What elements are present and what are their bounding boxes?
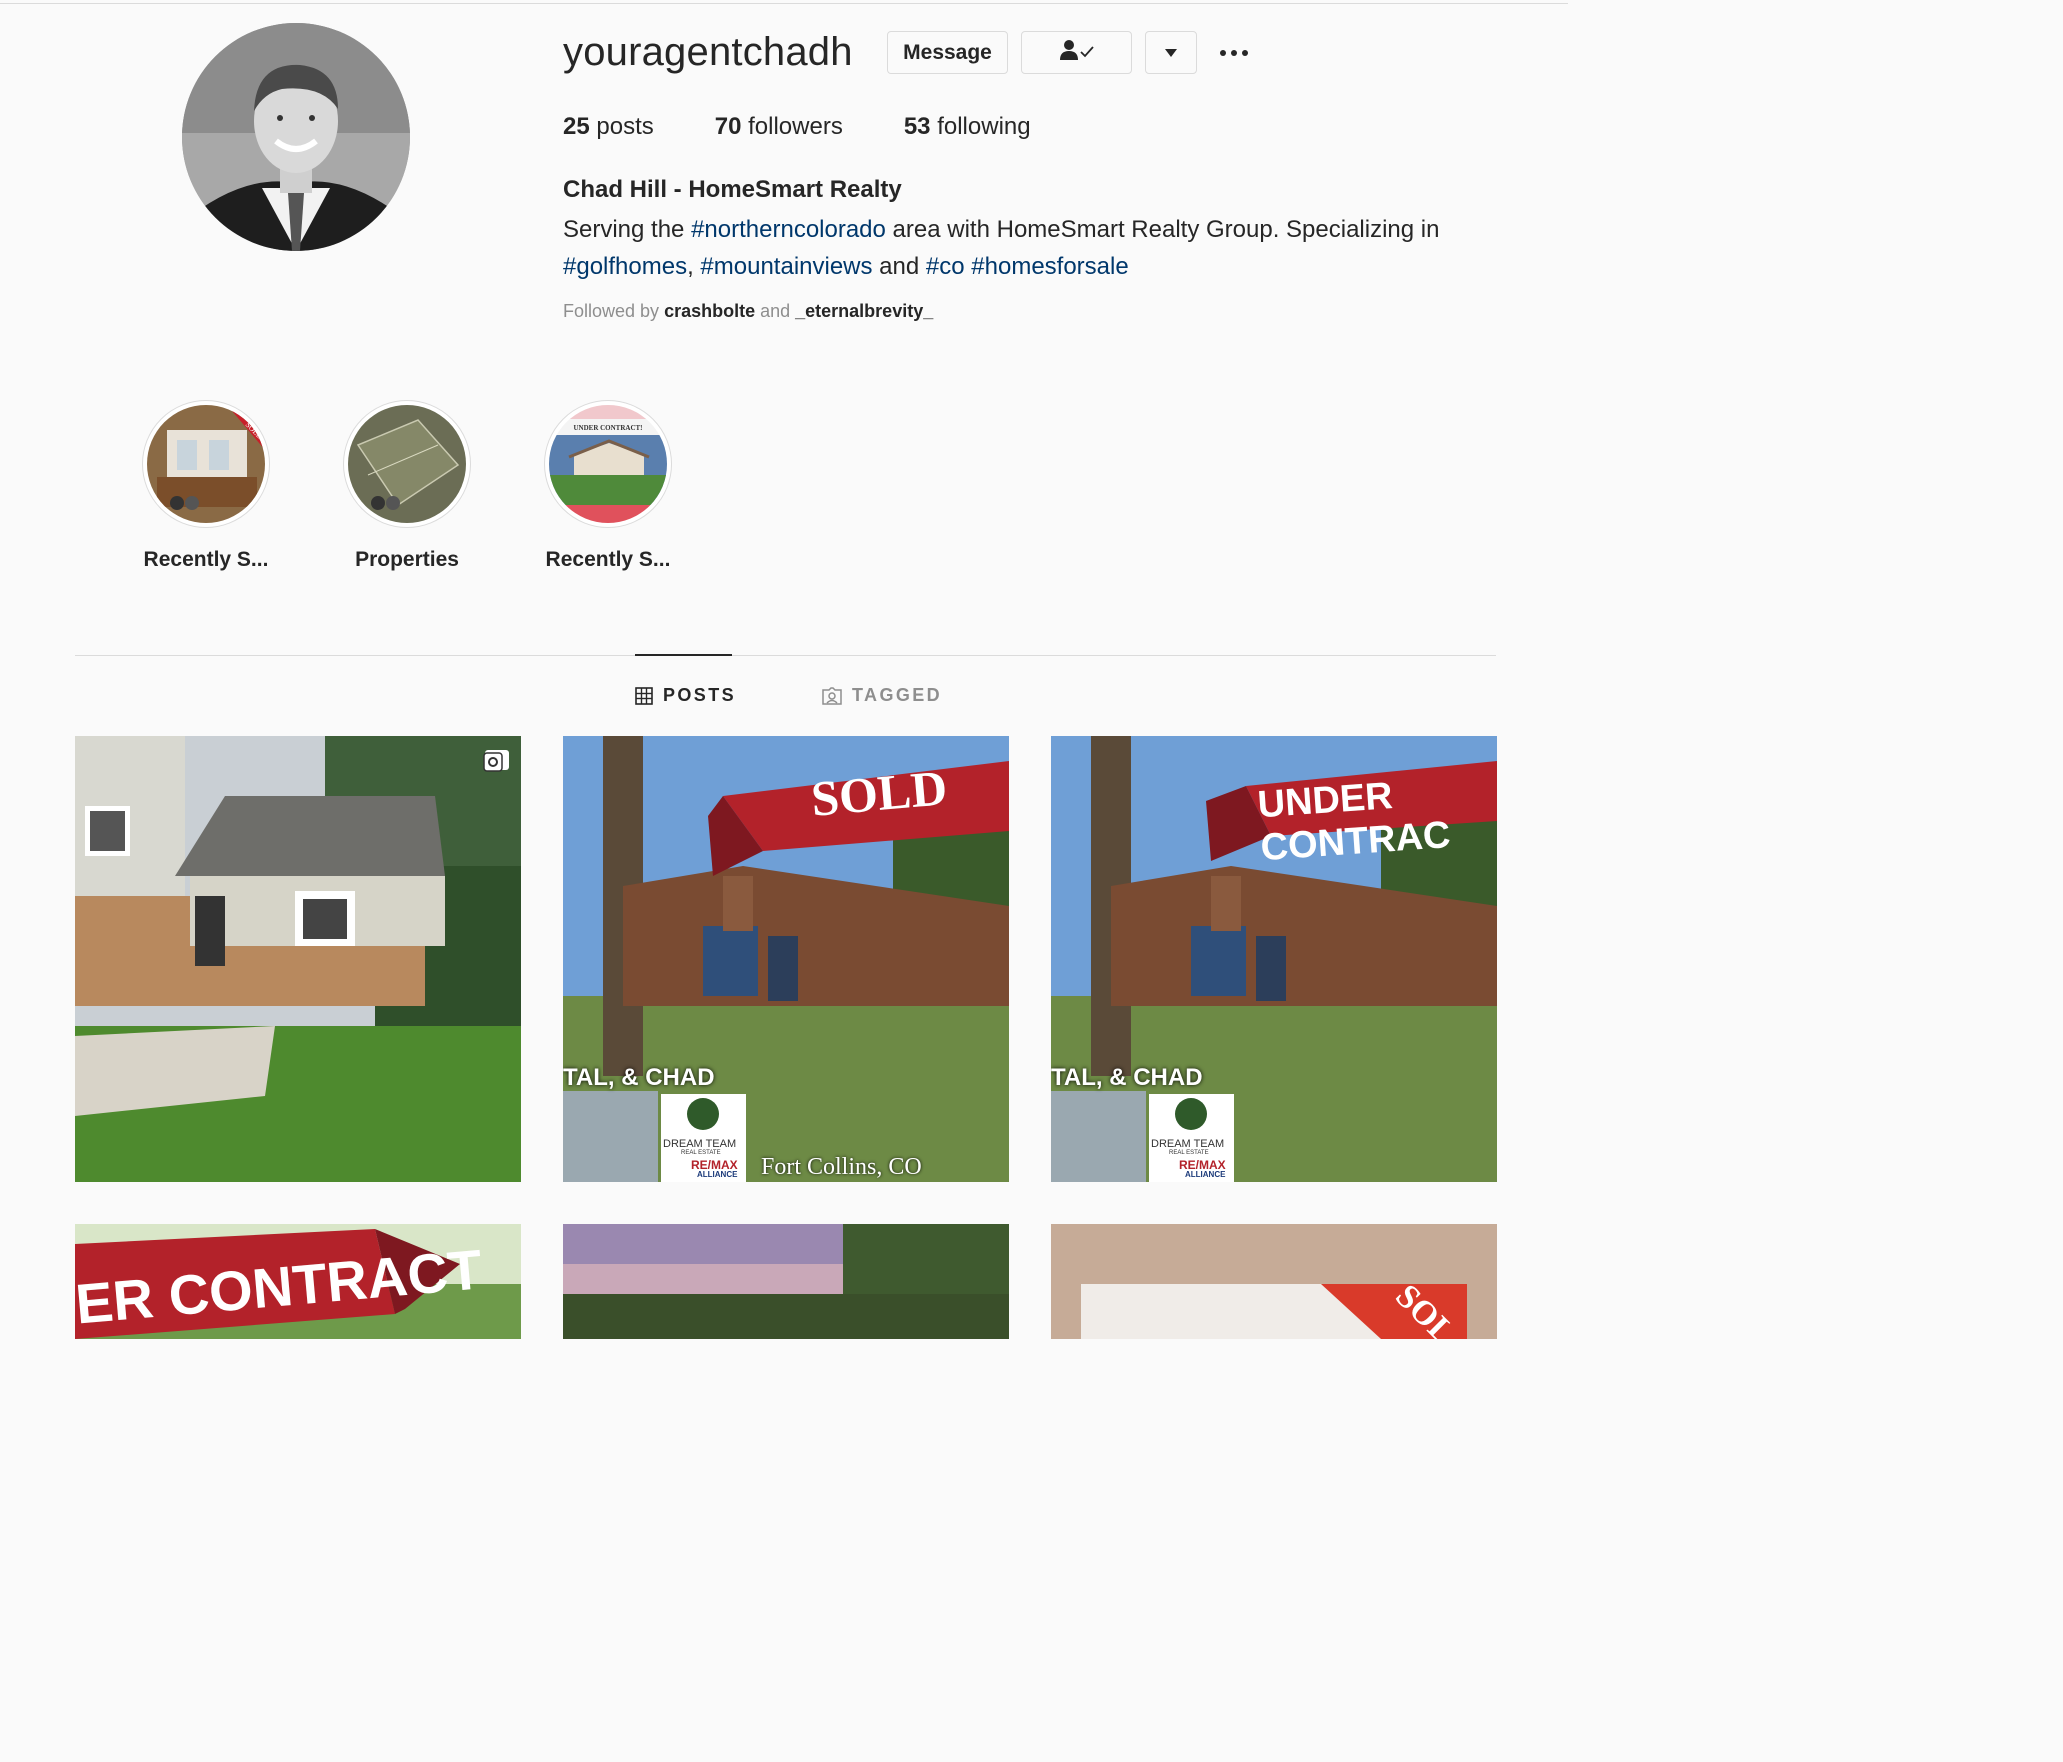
post-names-text: TAL, & CHAD	[563, 1064, 715, 1091]
hashtag-link[interactable]: #golfhomes	[563, 253, 687, 280]
highlight-label: Recently S...	[143, 548, 269, 571]
caret-down-icon	[1165, 44, 1177, 62]
highlight-item[interactable]: SOLD Recently S...	[116, 400, 296, 572]
post-thumbnail[interactable]	[75, 736, 521, 1182]
dream-team-logo-subtext: REAL ESTATE	[1169, 1150, 1209, 1156]
post-names-text: TAL, & CHAD	[1051, 1064, 1203, 1091]
remax-logo-subtext: ALLIANCE	[697, 1170, 738, 1179]
highlight-item[interactable]: UNDER CONTRACT! Recently S...	[518, 400, 698, 572]
active-tab-indicator	[635, 654, 732, 656]
dream-team-logo-text: DREAM TEAM	[1151, 1138, 1225, 1150]
post-location-text: Fort Collins, CO	[761, 1154, 922, 1180]
post-banner-text: SOLD	[808, 759, 950, 827]
profile-stats: 25 posts 70 followers 53 following	[563, 113, 1092, 141]
profile-full-name: Chad Hill - HomeSmart Realty	[563, 176, 902, 203]
grid-icon	[635, 686, 653, 705]
hashtag-link[interactable]: #homesforsale	[971, 253, 1128, 280]
message-button[interactable]: Message	[887, 31, 1008, 74]
post-banner-text: UNDER CONTRAC	[1256, 774, 1452, 870]
followers-stat[interactable]: 70 followers	[715, 113, 843, 141]
highlight-cover	[348, 405, 466, 523]
carousel-icon	[483, 750, 509, 772]
highlight-cover: SOLD	[147, 405, 265, 523]
posts-stat: 25 posts	[563, 113, 654, 140]
post-thumbnail[interactable]	[563, 1224, 1009, 1339]
highlight-item[interactable]: Properties	[317, 400, 497, 572]
dream-team-logo-text: DREAM TEAM	[663, 1138, 737, 1150]
followed-by[interactable]: Followed by crashbolte and _eternalbrevi…	[563, 301, 933, 322]
tab-posts-label: POSTS	[663, 685, 737, 705]
highlight-cover: UNDER CONTRACT!	[549, 405, 667, 523]
suggested-dropdown-button[interactable]	[1145, 31, 1197, 74]
svg-text:UNDER CONTRACT!: UNDER CONTRACT!	[573, 424, 642, 432]
highlight-label: Recently S...	[545, 548, 671, 571]
post-thumbnail[interactable]: UNDER CONTRAC TAL, & CHAD DREAM TEAM REA…	[1051, 736, 1497, 1182]
post-thumbnail[interactable]: ER CONTRACT	[75, 1224, 521, 1339]
hashtag-link[interactable]: #mountainviews	[700, 253, 872, 280]
following-button[interactable]	[1021, 31, 1132, 74]
tab-tagged[interactable]: TAGGED	[822, 685, 942, 706]
user-check-icon	[1059, 39, 1094, 66]
tab-tagged-label: TAGGED	[852, 685, 943, 705]
hashtag-link[interactable]: #northerncolorado	[691, 216, 886, 243]
hashtag-link[interactable]: #co	[926, 253, 965, 280]
profile-username: youragentchadh	[563, 30, 853, 74]
tab-posts[interactable]: POSTS	[635, 685, 736, 706]
dream-team-logo-subtext: REAL ESTATE	[681, 1150, 721, 1156]
more-options-icon[interactable]	[1214, 40, 1254, 66]
top-border	[0, 0, 1568, 4]
profile-bio: Serving the #northerncolorado area with …	[563, 216, 1440, 280]
profile-avatar[interactable]	[182, 23, 410, 251]
post-thumbnail[interactable]: SOL	[1051, 1224, 1497, 1339]
post-thumbnail[interactable]: SOLD TAL, & CHAD DREAM TEAM REAL ESTATE …	[563, 736, 1009, 1182]
following-stat[interactable]: 53 following	[904, 113, 1031, 141]
highlight-label: Properties	[355, 548, 459, 571]
tagged-icon	[822, 686, 842, 705]
remax-logo-subtext: ALLIANCE	[1185, 1170, 1226, 1179]
tabs-divider	[75, 655, 1496, 656]
